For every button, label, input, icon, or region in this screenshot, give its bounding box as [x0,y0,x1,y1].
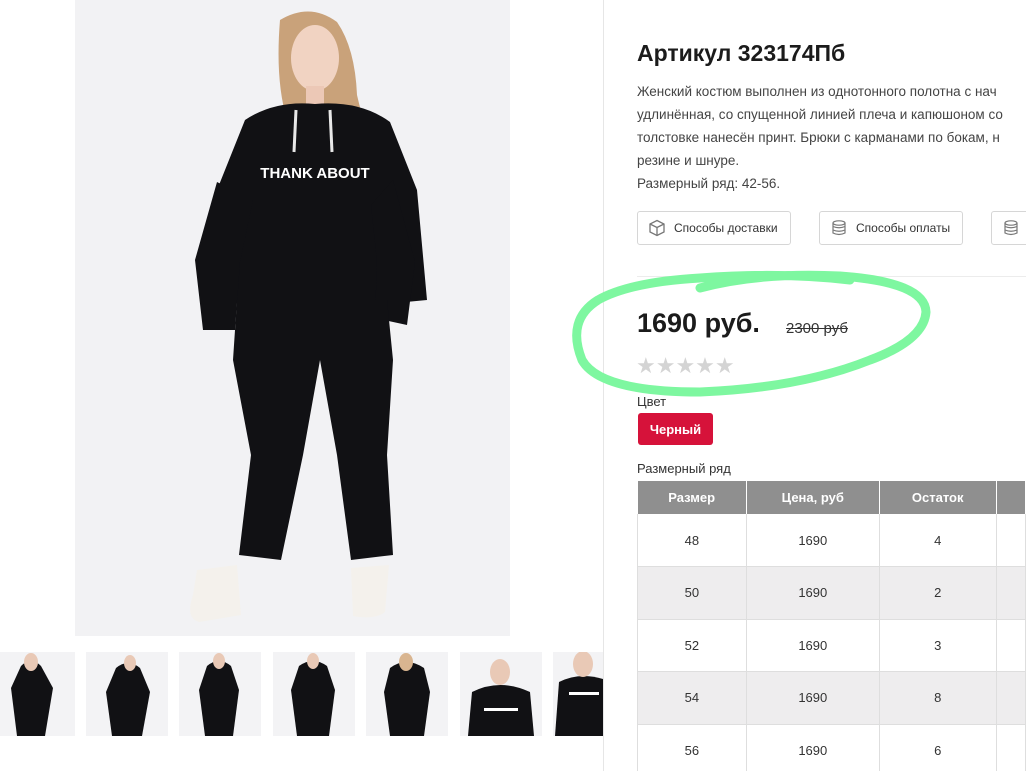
extra-cell [996,671,1026,725]
hoodie-print-text: THANK ABOUT [260,165,369,182]
table-row[interactable]: 48 1690 4 [637,514,1026,567]
description-line: Размерный ряд: 42-56. [637,176,781,191]
current-price: 1690 руб. [637,308,760,338]
size-cell: 52 [637,619,747,672]
size-cell: 50 [637,566,747,620]
column-header-size: Размер [637,481,747,514]
table-row[interactable]: 54 1690 8 [637,671,1026,725]
thumbnail-3[interactable] [179,652,261,736]
table-row[interactable]: 56 1690 6 [637,724,1026,771]
rating-stars-glyphs: ★★★★★ [636,353,735,378]
main-product-photo[interactable]: THANK ABOUT [75,0,510,636]
thumbnail-7[interactable] [553,652,603,736]
price-cell: 1690 [746,724,880,771]
column-header-stock: Остаток [879,481,997,514]
size-cell: 48 [637,514,747,567]
extra-cell [996,514,1026,567]
old-price: 2300 руб [786,320,848,337]
table-row[interactable]: 52 1690 3 [637,619,1026,672]
color-label: Цвет [637,394,667,409]
more-info-button[interactable] [991,211,1026,245]
stock-cell: 8 [879,671,997,725]
description-line: Женский костюм выполнен из однотонного п… [637,84,997,99]
color-option-black[interactable]: Черный [638,413,713,445]
delivery-methods-label: Способы доставки [674,221,778,235]
rating-stars[interactable]: ★★★★★ [636,355,735,377]
thumbnail-4[interactable] [273,652,355,736]
table-header-row: Размер Цена, руб Остаток [637,481,1026,514]
thumbnail-1[interactable] [0,652,75,736]
stock-cell: 3 [879,619,997,672]
extra-cell [996,566,1026,620]
price-cell: 1690 [746,671,880,725]
thumbnail-strip [0,652,603,736]
price-cell: 1690 [746,514,880,567]
payment-methods-label: Способы оплаты [856,221,951,235]
box-icon [648,219,666,237]
product-title: Артикул 323174Пб [637,40,846,66]
section-divider [637,276,1026,277]
description-line: резине и шнуре. [637,153,740,168]
coins-icon [1002,219,1020,237]
stock-cell: 4 [879,514,997,567]
model-figure-illustration: THANK ABOUT [75,0,510,636]
size-cell: 56 [637,724,747,771]
stock-cell: 2 [879,566,997,620]
payment-methods-button[interactable]: Способы оплаты [819,211,963,245]
table-row[interactable]: 50 1690 2 [637,566,1026,620]
price-cell: 1690 [746,619,880,672]
column-header-price: Цена, руб [746,481,880,514]
thumbnail-5[interactable] [366,652,448,736]
thumbnail-6[interactable] [460,652,542,736]
size-cell: 54 [637,671,747,725]
price-cell: 1690 [746,566,880,620]
description-line: толстовке нанесён принт. Брюки с кармана… [637,130,1000,145]
size-table: Размер Цена, руб Остаток 48 1690 4 50 16… [637,481,1026,771]
coins-icon [830,219,848,237]
size-range-label: Размерный ряд [637,461,731,476]
description-line: удлинённая, со спущенной линией плеча и … [637,107,1003,122]
column-header-extra [996,481,1026,514]
extra-cell [996,724,1026,771]
delivery-methods-button[interactable]: Способы доставки [637,211,791,245]
product-description: Женский костюм выполнен из однотонного п… [637,80,1026,195]
gallery-divider [603,0,604,771]
extra-cell [996,619,1026,672]
thumbnail-2[interactable] [86,652,168,736]
stock-cell: 6 [879,724,997,771]
